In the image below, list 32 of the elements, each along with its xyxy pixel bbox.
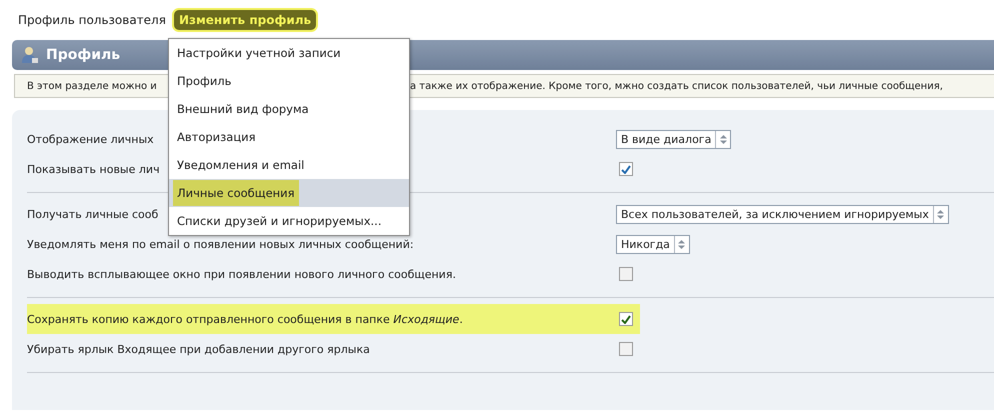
menu-item[interactable]: Внешний вид форума	[169, 95, 409, 123]
setting-label: Уведомлять меня по email о появлении новых личных сообщений:	[27, 238, 414, 250]
menu-item[interactable]: Личные сообщения	[169, 179, 409, 207]
setting-label: Выводить всплывающее окно при появлении нового личного сообщения.	[27, 268, 456, 280]
menu-item[interactable]: Профиль	[169, 67, 409, 95]
updown-icon	[937, 210, 944, 218]
setting-label: Убирать ярлык Входящее при добавлении другого ярлыка	[27, 342, 370, 356]
menu-item[interactable]: Настройки учетной записи	[169, 39, 409, 67]
intro-text: В этом разделе можно и	[27, 80, 157, 92]
checkbox[interactable]	[619, 312, 633, 326]
panel-title: Профиль	[46, 47, 120, 63]
menu-item[interactable]: Списки друзей и игнорируемых...	[169, 207, 409, 235]
checkbox[interactable]	[619, 162, 633, 176]
edit-profile-button[interactable]: Изменить профиль	[174, 10, 316, 30]
user-icon	[22, 46, 38, 64]
setting-label: Сохранять копию каждого отправленного сообщения в папке Исходящие.	[27, 312, 463, 326]
check-icon	[621, 164, 631, 174]
setting-label: Показывать новые лич	[27, 162, 160, 176]
nav-link[interactable]: Профиль пользователя	[18, 13, 166, 27]
checkbox[interactable]	[619, 342, 633, 356]
setting-label: Отображение личных	[27, 132, 154, 146]
setting-label: Получать личные сооб	[27, 208, 158, 220]
menu-item[interactable]: Уведомления и email	[169, 151, 409, 179]
updown-icon	[678, 240, 686, 248]
intro-text: а также их отображение. Кроме того, мжно создать список пользователей, чьи личные сообщения,	[410, 80, 943, 92]
menu-item[interactable]: Авторизация	[169, 123, 409, 151]
updown-icon	[720, 134, 727, 144]
checkbox[interactable]	[619, 267, 633, 281]
dropdown-field[interactable]: Никогда	[616, 234, 690, 254]
dropdown-field[interactable]: В виде диалога	[616, 130, 732, 148]
dropdown-field[interactable]: Всех пользователей, за исключением игнорируемых	[616, 204, 949, 224]
check-icon	[621, 314, 631, 324]
